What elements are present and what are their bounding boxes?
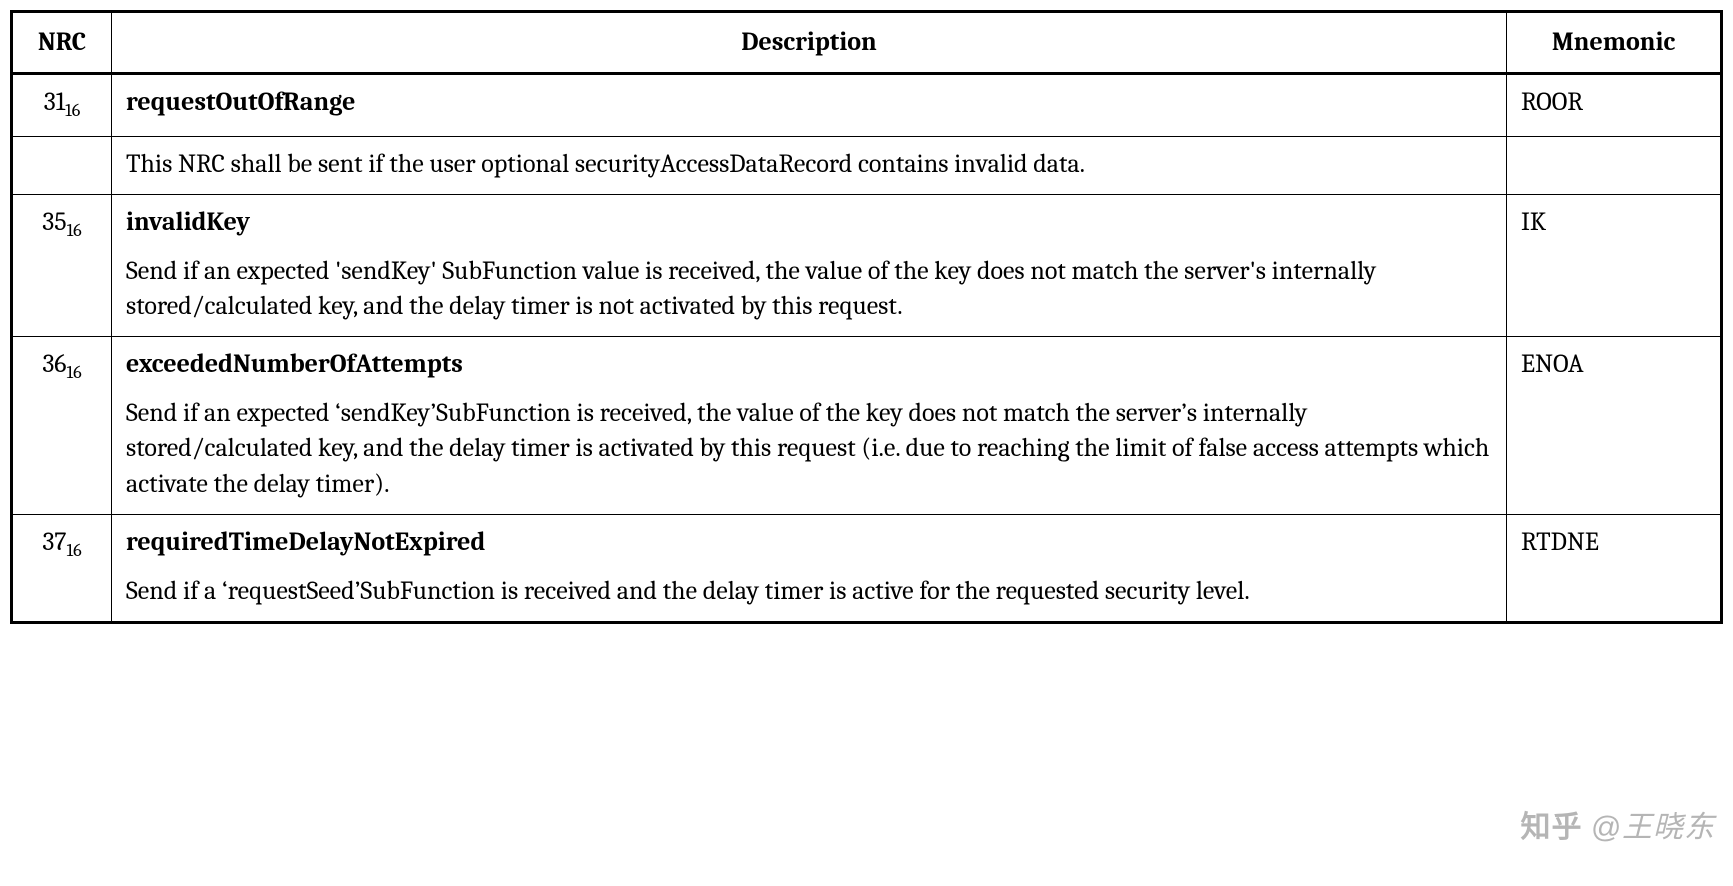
header-mnemonic: Mnemonic (1507, 12, 1722, 74)
table-row: 3716 requiredTimeDelayNotExpired Send if a… (12, 514, 1722, 622)
description-body: Send if an expected ‘sendKey’SubFunction… (126, 396, 1492, 501)
description-title: invalidKey (126, 205, 1492, 240)
description-cell: This NRC shall be sent if the user optio… (112, 136, 1507, 194)
nrc-value: 3716 (12, 514, 112, 622)
description-body: Send if an expected 'sendKey' SubFunctio… (126, 254, 1492, 324)
mnemonic-value: RTDNE (1507, 514, 1722, 622)
header-nrc: NRC (12, 12, 112, 74)
table-row: 3116 requestOutOfRange ROOR (12, 74, 1722, 137)
zhihu-logo: 知乎 (1521, 802, 1583, 846)
watermark-text: @王晓东 (1591, 802, 1715, 846)
mnemonic-value: IK (1507, 194, 1722, 336)
table-row: 3616 exceededNumberOfAttempts Send if an e… (12, 337, 1722, 514)
description-body: Send if a ‘requestSeed’SubFunction is re… (126, 574, 1492, 609)
mnemonic-value (1507, 136, 1722, 194)
description-cell: requestOutOfRange (112, 74, 1507, 137)
description-cell: exceededNumberOfAttempts Send if an expec… (112, 337, 1507, 514)
nrc-value: 3516 (12, 194, 112, 336)
nrc-value: 3616 (12, 337, 112, 514)
mnemonic-value: ROOR (1507, 74, 1722, 137)
mnemonic-value: ENOA (1507, 337, 1722, 514)
description-cell: requiredTimeDelayNotExpired Send if a ‘re… (112, 514, 1507, 622)
table-row: This NRC shall be sent if the user optio… (12, 136, 1722, 194)
header-description: Description (112, 12, 1507, 74)
nrc-value: 3116 (12, 74, 112, 137)
table-row: 3516 invalidKey Send if an expected 'sendK… (12, 194, 1722, 336)
description-title: exceededNumberOfAttempts (126, 347, 1492, 382)
nrc-table: NRC Description Mnemonic 3116 requestOutO… (10, 10, 1723, 624)
table-header-row: NRC Description Mnemonic (12, 12, 1722, 74)
description-title: requiredTimeDelayNotExpired (126, 525, 1492, 560)
nrc-value (12, 136, 112, 194)
description-title: requestOutOfRange (126, 85, 1492, 120)
description-cell: invalidKey Send if an expected 'sendKey' … (112, 194, 1507, 336)
watermark: 知乎 @王晓东 (1521, 802, 1715, 846)
